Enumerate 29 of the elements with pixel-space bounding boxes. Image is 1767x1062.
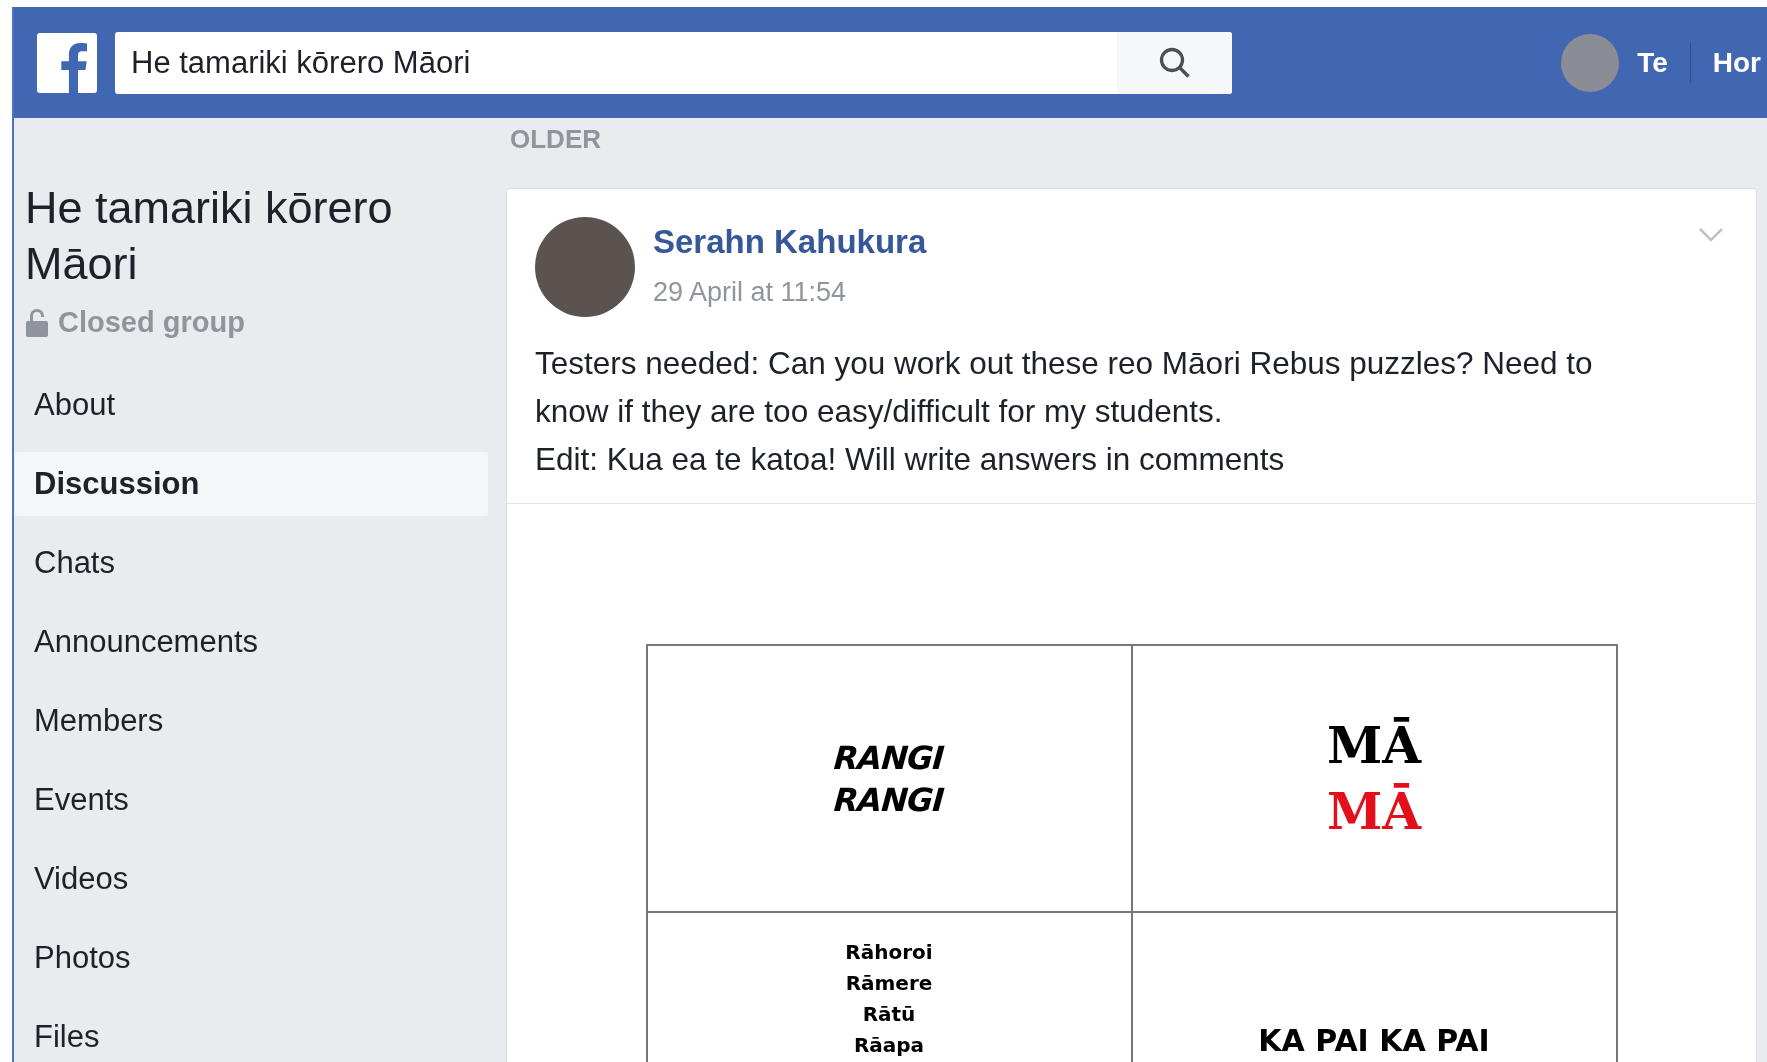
puzzle-word: Rāhoroi — [845, 939, 933, 966]
puzzle-word: Rātū — [862, 1001, 916, 1028]
privacy-label: Closed group — [58, 306, 245, 339]
post-text: Edit: Kua ea te katoa! Will write answers in comments — [535, 440, 1286, 479]
sidebar-item[interactable]: Discussion — [15, 452, 488, 516]
puzzle-word: KA PAI KA PAI — [1258, 1023, 1490, 1059]
puzzle-word: Rāapa — [853, 1032, 925, 1059]
puzzle-word: RANGI — [832, 779, 946, 821]
sidebar-item[interactable]: Files — [15, 1005, 488, 1062]
section-label: OLDER — [509, 123, 602, 156]
sidebar-item[interactable]: Announcements — [15, 610, 488, 674]
group-title: He tamariki kōrero Māori — [25, 181, 394, 291]
logo-icon[interactable] — [37, 32, 97, 93]
search-button[interactable] — [1117, 31, 1232, 94]
puzzle-word: Rāmere — [845, 970, 933, 997]
sidebar-item[interactable]: Members — [15, 689, 488, 753]
sidebar-item[interactable]: Chats — [15, 531, 488, 595]
nav-link[interactable]: Hor — [1690, 46, 1767, 79]
sidebar-item[interactable]: Events — [15, 768, 488, 832]
puzzle-word: MĀ — [1326, 780, 1422, 843]
profile-link[interactable]: Te — [1561, 33, 1690, 92]
author-link[interactable]: Serahn Kahukura — [653, 223, 927, 261]
puzzle-word: RANGI — [832, 737, 946, 779]
lock-icon — [26, 308, 48, 337]
sidebar-item[interactable]: Videos — [15, 847, 488, 911]
post-text: Testers needed: Can you work out these reo Māori Rebus puzzles? Need to know if they are too easy/difficult for my students. — [535, 344, 1594, 431]
puzzle-word: MĀ — [1326, 714, 1422, 777]
sidebar-item[interactable]: About — [15, 373, 488, 437]
sidebar-item[interactable]: Photos — [15, 926, 488, 990]
